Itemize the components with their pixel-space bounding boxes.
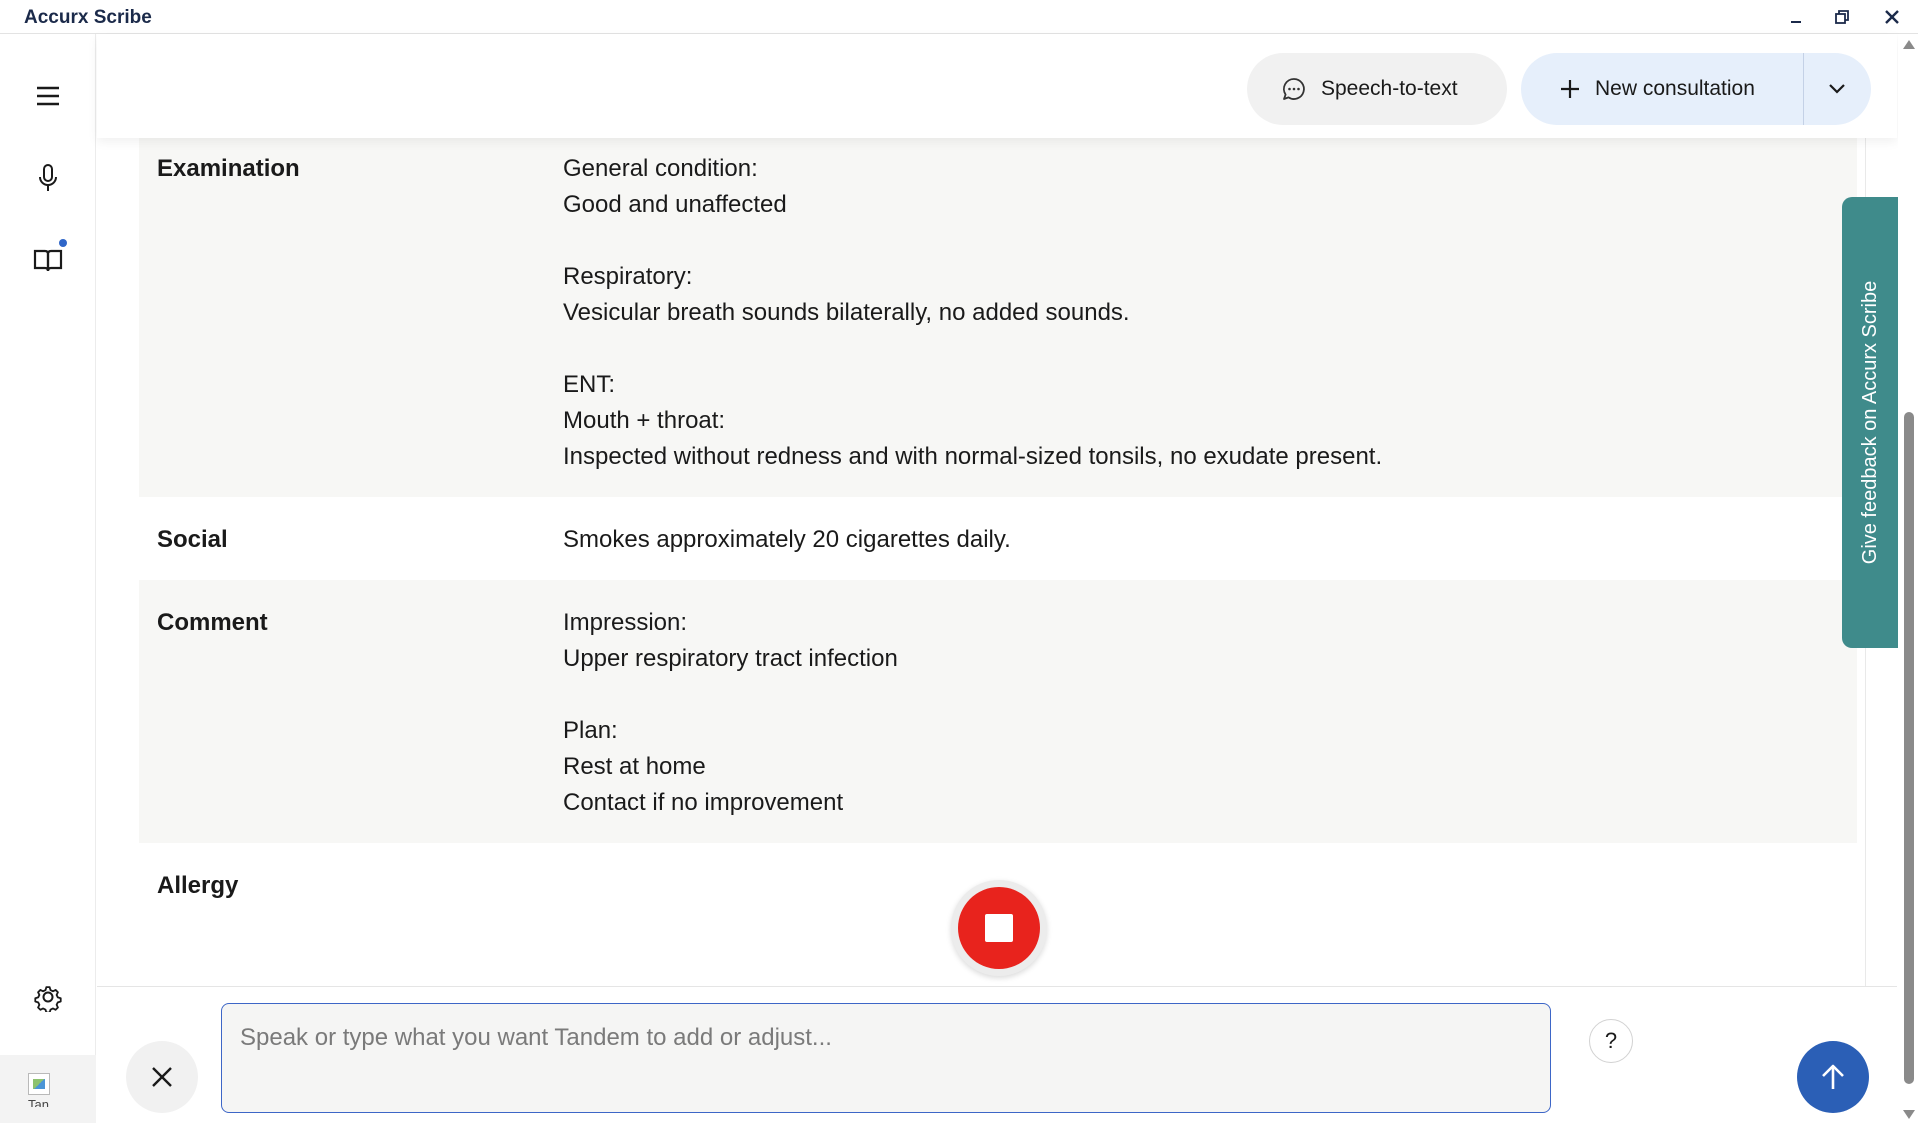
- user-avatar[interactable]: Tan: [0, 1055, 96, 1123]
- window-titlebar: Accurx Scribe: [0, 0, 1918, 34]
- speech-to-text-button[interactable]: Speech-to-text: [1247, 53, 1507, 125]
- section-line: Smokes approximately 20 cigarettes daily…: [563, 526, 1011, 553]
- scroll-down-arrow[interactable]: [1903, 1110, 1915, 1119]
- section-line: Contact if no improvement: [563, 789, 844, 816]
- new-consultation-dropdown[interactable]: [1803, 53, 1871, 125]
- gear-icon: [34, 986, 62, 1012]
- avatar-alt-text: Tan: [28, 1097, 49, 1107]
- section-line: General condition:: [563, 155, 758, 182]
- hamburger-icon: [37, 86, 59, 106]
- record-nav-button[interactable]: [24, 154, 72, 202]
- arrow-up-icon: [1822, 1064, 1844, 1089]
- top-header: Speech-to-text New consultation: [97, 34, 1897, 138]
- section-line: Upper respiratory tract infection: [563, 645, 898, 672]
- send-button[interactable]: [1797, 1041, 1869, 1113]
- notification-dot: [59, 239, 67, 247]
- section-label: Social: [157, 526, 228, 553]
- left-sidebar: Tan: [0, 34, 96, 1123]
- library-nav-button[interactable]: [24, 236, 72, 284]
- help-button[interactable]: ?: [1589, 1019, 1633, 1063]
- close-window-icon: [1885, 10, 1899, 24]
- section-value: General condition: Good and unaffected Res…: [563, 151, 1823, 475]
- section-line: Rest at home: [563, 753, 706, 780]
- prompt-input[interactable]: [222, 1004, 1550, 1112]
- section-value: Smokes approximately 20 cigarettes daily…: [563, 522, 1823, 558]
- stop-recording-button[interactable]: [951, 880, 1047, 976]
- chat-bubble-icon: [1281, 76, 1307, 102]
- stop-icon: [985, 914, 1013, 942]
- stop-recording-circle: [958, 887, 1040, 969]
- speech-to-text-label: Speech-to-text: [1321, 77, 1458, 100]
- menu-button[interactable]: [24, 72, 72, 120]
- scroll-thumb[interactable]: [1904, 412, 1914, 1084]
- chevron-down-icon: [1829, 84, 1845, 94]
- restore-icon: [1835, 10, 1849, 24]
- prompt-bar: ?: [97, 986, 1897, 1123]
- section-social: Social Smokes approximately 20 cigarettes…: [139, 497, 1857, 580]
- new-consultation-button[interactable]: New consultation: [1521, 53, 1871, 125]
- window-title: Accurx Scribe: [24, 7, 152, 28]
- page-scrollbar[interactable]: [1898, 34, 1918, 1123]
- new-consultation-label: New consultation: [1595, 77, 1755, 100]
- section-examination: Examination General condition: Good and un…: [139, 138, 1857, 497]
- close-prompt-button[interactable]: [126, 1041, 198, 1113]
- section-line: Respiratory:: [563, 263, 693, 290]
- scroll-up-arrow[interactable]: [1903, 40, 1915, 49]
- section-line: Good and unaffected: [563, 191, 787, 218]
- section-line: Inspected without redness and with norma…: [563, 443, 1383, 470]
- close-window-button[interactable]: [1876, 4, 1908, 30]
- prompt-box: [221, 1003, 1551, 1113]
- feedback-label: Give feedback on Accurx Scribe: [1859, 280, 1882, 565]
- minimize-icon: [1791, 21, 1801, 23]
- restore-button[interactable]: [1826, 4, 1858, 30]
- microphone-icon: [39, 164, 57, 191]
- feedback-tab[interactable]: Give feedback on Accurx Scribe: [1842, 197, 1900, 648]
- section-label: Examination: [157, 155, 300, 182]
- close-icon: [152, 1067, 172, 1087]
- section-line: Vesicular breath sounds bilaterally, no …: [563, 299, 1130, 326]
- broken-image-icon: [28, 1073, 50, 1095]
- section-line: Plan:: [563, 717, 618, 744]
- section-comment: Comment Impression: Upper respiratory trac…: [139, 580, 1857, 843]
- section-line: ENT:: [563, 371, 616, 398]
- section-line: Mouth + throat:: [563, 407, 726, 434]
- notes-sections: Examination General condition: Good and un…: [139, 138, 1857, 983]
- plus-icon: [1559, 78, 1581, 100]
- section-line: Impression:: [563, 609, 688, 636]
- consultation-notes: Examination General condition: Good and un…: [97, 138, 1897, 986]
- section-label: Comment: [157, 609, 268, 636]
- section-label: Allergy: [157, 872, 239, 899]
- section-value: Impression: Upper respiratory tract infec…: [563, 605, 1823, 821]
- settings-button[interactable]: [24, 973, 72, 1021]
- minimize-button[interactable]: [1780, 4, 1812, 30]
- book-icon: [33, 249, 63, 272]
